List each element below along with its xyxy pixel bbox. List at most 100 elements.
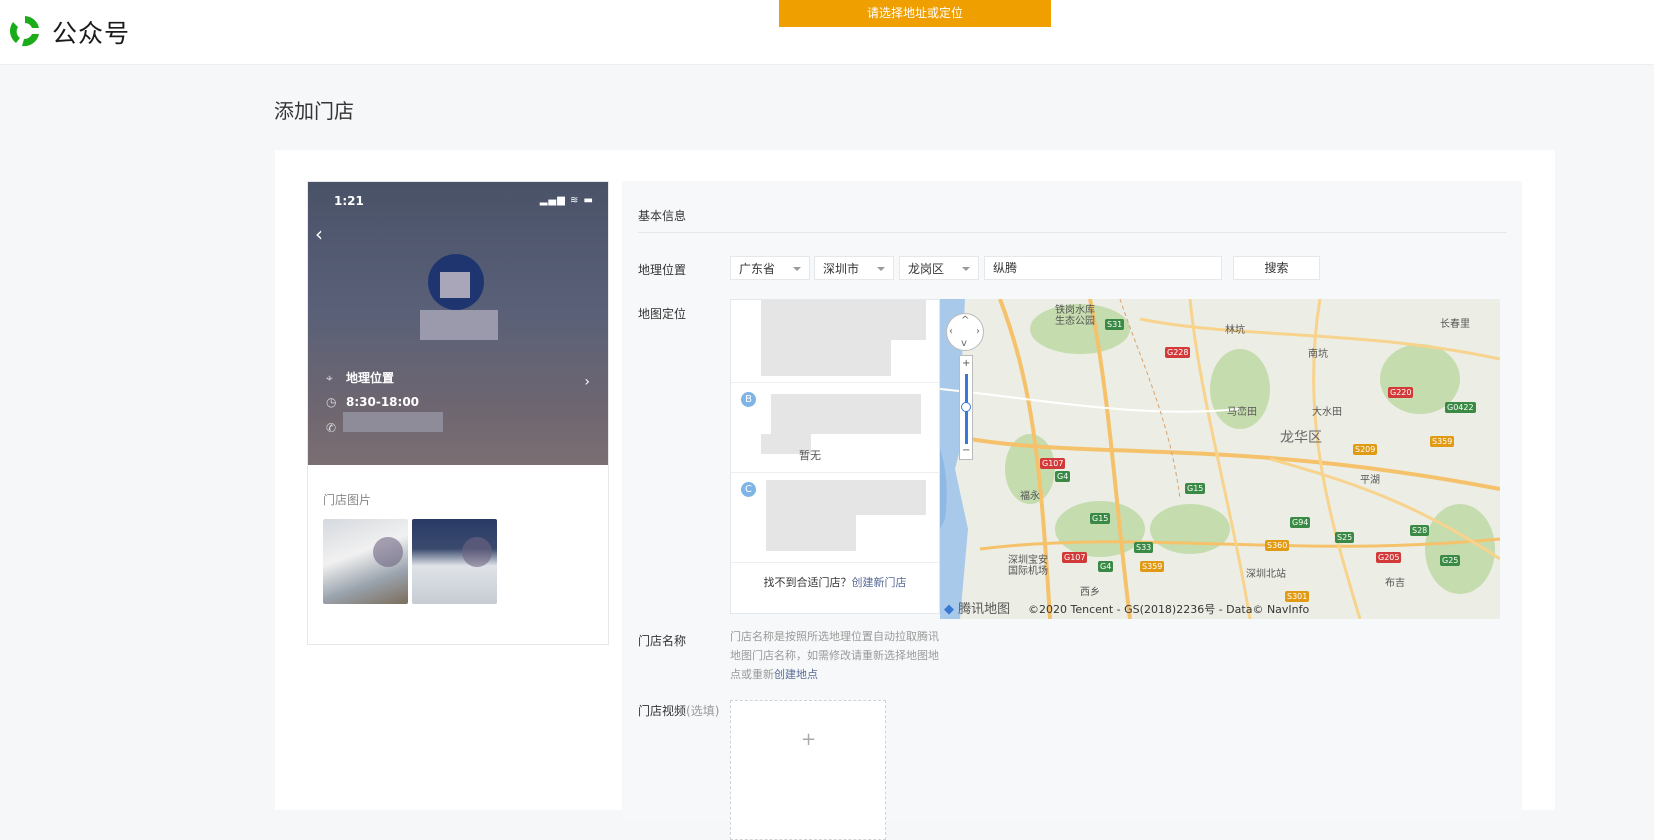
map-label: 南坑 xyxy=(1308,349,1328,360)
page-title: 添加门店 xyxy=(274,99,354,123)
blurred-region xyxy=(440,272,470,298)
map-label: 林坑 xyxy=(1225,325,1245,336)
store-photo[interactable] xyxy=(412,519,497,604)
map-label: 大水田 xyxy=(1312,407,1342,418)
zoom-handle[interactable] xyxy=(961,402,971,412)
map-label: 生态公园 xyxy=(1055,316,1095,327)
blurred-region xyxy=(343,412,443,432)
blurred-region xyxy=(766,515,856,551)
province-select[interactable]: 广东省 xyxy=(730,256,810,280)
map-copyright: ©2020 Tencent - GS(2018)2236号 - Data© Na… xyxy=(1028,603,1310,616)
road-tag: G15 xyxy=(1185,483,1206,494)
wechat-logo-icon xyxy=(10,16,39,47)
store-photos-label: 门店图片 xyxy=(323,493,372,507)
city-select[interactable]: 深圳市 xyxy=(814,256,894,280)
status-icons: ▂▄▆ ≋ ▬ xyxy=(539,195,594,206)
road-tag: G0422 xyxy=(1445,402,1476,413)
video-upload-box[interactable]: + xyxy=(730,700,886,840)
phone-screen: 1:21 ▂▄▆ ≋ ▬ ‹ ⌖ 地理位置 › ◷ 8:30-18:00 ✆ xyxy=(308,182,608,465)
road-tag: S31 xyxy=(1105,319,1125,330)
form-panel: 基本信息 地理位置 广东省 深圳市 龙岗区 纵腾 搜索 地图定位 B 暂无 C xyxy=(622,181,1522,840)
marker-badge: C xyxy=(741,482,756,497)
map-pan-control[interactable]: ^ ‹ › v xyxy=(946,313,984,351)
location-label: 地理位置 xyxy=(638,263,687,277)
create-place-link[interactable]: 创建地点 xyxy=(774,668,818,681)
zoom-out-icon[interactable]: − xyxy=(962,446,970,456)
road-tag: G205 xyxy=(1376,552,1402,563)
plus-icon: + xyxy=(801,729,817,750)
list-item[interactable]: B 暂无 xyxy=(731,382,939,473)
result-subtitle: 暂无 xyxy=(799,449,821,462)
road-tag: G15 xyxy=(1090,513,1111,524)
zoom-in-icon[interactable]: + xyxy=(962,359,970,369)
blurred-region xyxy=(766,480,926,515)
map-label: 深圳北站 xyxy=(1246,569,1286,580)
store-photo[interactable] xyxy=(323,519,408,604)
section-title: 基本信息 xyxy=(638,209,687,223)
divider xyxy=(638,232,1507,233)
pan-left-icon[interactable]: ‹ xyxy=(949,326,953,337)
road-tag: S359 xyxy=(1140,561,1165,572)
brand-title: 公众号 xyxy=(52,19,131,48)
road-tag: G94 xyxy=(1290,517,1311,528)
marker-badge: B xyxy=(741,392,756,407)
road-tag: G220 xyxy=(1388,387,1414,398)
status-time: 1:21 xyxy=(334,194,364,208)
blurred-region xyxy=(771,394,921,434)
road-tag: S359 xyxy=(1430,436,1455,447)
pan-right-icon[interactable]: › xyxy=(976,326,980,337)
blurred-region xyxy=(462,537,492,567)
road-tag: G4 xyxy=(1055,471,1071,482)
hours-row: ◷ 8:30-18:00 xyxy=(326,395,420,409)
road-tag: S360 xyxy=(1265,540,1290,551)
not-found-text: 找不到合适门店？创建新门店 xyxy=(763,576,907,589)
pan-down-icon[interactable]: v xyxy=(961,338,967,349)
road-tag: S28 xyxy=(1410,525,1430,536)
search-button[interactable]: 搜索 xyxy=(1233,256,1320,280)
keyword-input[interactable]: 纵腾 xyxy=(984,256,1222,280)
road-tag: G25 xyxy=(1440,555,1461,566)
blurred-region xyxy=(373,537,403,567)
store-name-label: 门店名称 xyxy=(638,634,687,648)
zoom-slider[interactable]: + − xyxy=(959,355,973,460)
road-tag: S209 xyxy=(1353,444,1378,455)
location-pin-icon: ⌖ xyxy=(326,371,333,385)
create-store-link[interactable]: 创建新门店 xyxy=(852,576,907,589)
map-label: 西乡 xyxy=(1080,587,1100,598)
tencent-map-logo: ◆ 腾讯地图 xyxy=(944,602,1011,617)
map-label: 长春里 xyxy=(1440,319,1470,330)
location-row: ⌖ 地理位置 xyxy=(326,371,395,385)
back-icon: ‹ xyxy=(315,222,323,246)
map-logo-icon: ◆ xyxy=(944,602,954,617)
map-label: 国际机场 xyxy=(1008,566,1048,577)
district-label: 龙华区 xyxy=(1280,430,1322,446)
search-results-list[interactable]: B 暂无 C 找不到合适门店？创建新门店 xyxy=(730,299,940,614)
road-tag: S25 xyxy=(1335,532,1355,543)
chevron-right-icon: › xyxy=(584,374,590,390)
blurred-region xyxy=(761,340,891,376)
road-tag: G4 xyxy=(1098,561,1114,572)
map-view[interactable]: 铁岗水库 生态公园 林坑 长春里 南坑 马峦田 大水田 龙华区 平湖 福永 深圳… xyxy=(940,299,1500,619)
road-tag: S33 xyxy=(1134,542,1154,553)
store-video-label: 门店视频(选填) xyxy=(638,704,720,718)
map-label: 平湖 xyxy=(1360,475,1380,486)
map-location-label: 地图定位 xyxy=(638,307,687,321)
blurred-region xyxy=(761,300,926,340)
content-card: 1:21 ▂▄▆ ≋ ▬ ‹ ⌖ 地理位置 › ◷ 8:30-18:00 ✆ 门店图… xyxy=(275,150,1555,840)
road-tag: G228 xyxy=(1165,347,1191,358)
district-select[interactable]: 龙岗区 xyxy=(899,256,979,280)
warning-toast: 请选择地址或定位 xyxy=(779,0,1051,27)
pan-up-icon[interactable]: ^ xyxy=(961,315,969,326)
blurred-region xyxy=(420,310,498,340)
list-item[interactable]: C xyxy=(731,472,939,563)
road-tag: G107 xyxy=(1040,458,1066,469)
map-label: 布吉 xyxy=(1385,578,1405,589)
list-item[interactable] xyxy=(731,300,939,383)
map-label: 马峦田 xyxy=(1227,407,1257,418)
road-tag: G107 xyxy=(1062,552,1088,563)
map-label: 福永 xyxy=(1020,491,1040,502)
phone-icon: ✆ xyxy=(326,421,337,435)
phone-preview: 1:21 ▂▄▆ ≋ ▬ ‹ ⌖ 地理位置 › ◷ 8:30-18:00 ✆ 门店图… xyxy=(307,181,609,645)
store-name-hint: 门店名称是按照所选地理位置自动拉取腾讯地图门店名称，如需修改请重新选择地图地点或… xyxy=(730,630,939,681)
clock-icon: ◷ xyxy=(326,395,337,409)
